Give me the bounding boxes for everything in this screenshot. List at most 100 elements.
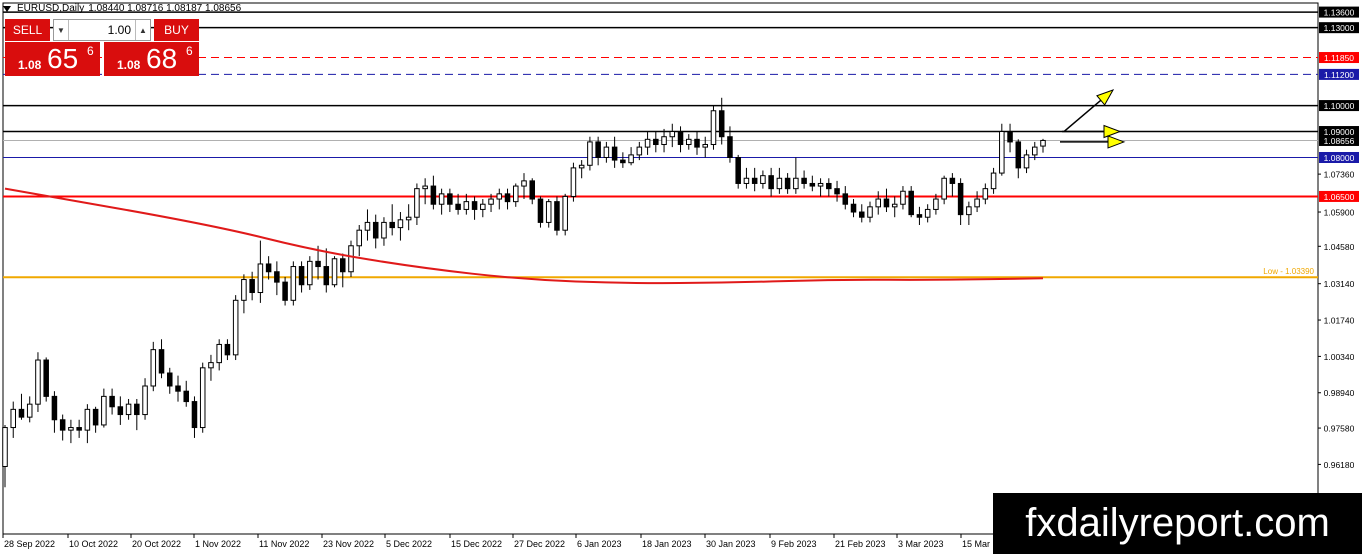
lot-size-value[interactable]: 1.00 [69, 23, 135, 37]
candle [826, 178, 832, 197]
sell-price-box[interactable]: 1.08 65 6 [5, 42, 100, 76]
candle-body [397, 219, 404, 229]
candle-body [957, 182, 964, 216]
y-tick-label: 1.03140 [1324, 279, 1355, 289]
price-label-text: 1.06500 [1324, 192, 1355, 202]
candle-body [628, 154, 634, 164]
candle [603, 141, 610, 163]
candle [471, 196, 478, 220]
candle-body [389, 221, 395, 229]
sell-button[interactable]: SELL [5, 19, 50, 41]
candle-body [216, 343, 222, 364]
candle [710, 105, 717, 150]
candle [134, 398, 140, 431]
plot-frame [2, 2, 1319, 535]
candle [158, 339, 165, 379]
candle [578, 160, 585, 179]
price-chart[interactable]: 1.136001.130001.118501.112001.100001.090… [0, 0, 1362, 554]
candle-body [644, 138, 651, 148]
candle-body [661, 136, 667, 146]
candle [389, 204, 395, 236]
candle-body [290, 266, 297, 301]
candle [430, 175, 437, 210]
candle-body [348, 245, 354, 273]
candle-body [331, 258, 338, 286]
candle-body [603, 146, 610, 158]
ohlc-label: 1.08440 1.08716 1.08187 1.08656 [88, 3, 242, 14]
candle-body [966, 206, 972, 216]
candle [43, 357, 49, 402]
candle [10, 401, 17, 438]
candle-body [677, 131, 684, 146]
candle-body [578, 164, 585, 169]
candle-body [521, 180, 527, 187]
candle [348, 240, 354, 277]
candle-body [685, 138, 692, 146]
price-label-1: 1.13000 [1319, 22, 1359, 34]
candle-body [611, 146, 618, 161]
sell-price-major: 1.08 [18, 58, 42, 72]
price-label-7: 1.08000 [1319, 151, 1359, 163]
x-tick-label: 18 Jan 2023 [642, 539, 692, 549]
candle [990, 167, 997, 194]
candle-body [307, 260, 313, 286]
buy-price-fraction: 6 [186, 44, 193, 58]
candle-body [274, 271, 280, 283]
candle-body [199, 367, 206, 429]
candle-body [512, 185, 519, 203]
candle [232, 295, 239, 361]
candle [1040, 138, 1046, 153]
candle-body [125, 403, 132, 416]
price-label-text: 1.10000 [1324, 101, 1355, 111]
lot-decrease-icon[interactable]: ▼ [54, 20, 69, 40]
candle-body [183, 390, 190, 403]
candle-body [933, 198, 939, 210]
candle-body [232, 299, 239, 356]
y-tick-label: 1.00340 [1324, 352, 1355, 362]
candle-body [941, 177, 947, 200]
lot-increase-icon[interactable]: ▲ [135, 20, 150, 40]
candle [241, 274, 247, 314]
dropdown-triangle-icon[interactable] [3, 5, 11, 12]
candle-body [208, 362, 214, 369]
x-tick-label: 23 Nov 2022 [323, 539, 374, 549]
low-label: Low - 1.03390 [1263, 267, 1314, 276]
candle-body [949, 177, 956, 184]
candle [224, 339, 231, 361]
price-label-text: 1.08000 [1324, 153, 1355, 163]
candle [653, 131, 659, 153]
x-tick-label: 3 Mar 2023 [898, 539, 944, 549]
candle [768, 167, 774, 197]
candle [595, 136, 601, 166]
candle [842, 186, 849, 210]
candle [356, 225, 363, 257]
candle [628, 147, 634, 166]
candle-body [504, 193, 511, 203]
candle [298, 261, 305, 293]
candle-body [372, 221, 379, 239]
buy-price-box[interactable]: 1.08 68 6 [104, 42, 199, 76]
price-label-text: 1.08656 [1324, 136, 1355, 146]
buy-price-pips: 68 [146, 43, 178, 74]
candle [51, 391, 58, 433]
price-label-text: 1.11850 [1324, 53, 1354, 63]
y-tick-label: 0.98940 [1324, 388, 1355, 398]
candle-body [282, 281, 288, 301]
lot-size-stepper[interactable]: ▼ 1.00 ▲ [53, 19, 151, 41]
candle-body [834, 188, 840, 195]
candle [364, 209, 371, 241]
candle [562, 193, 568, 236]
candle-body [867, 206, 873, 218]
candle [405, 204, 412, 231]
buy-button[interactable]: BUY [154, 19, 199, 41]
price-label-2: 1.11850 [1319, 52, 1359, 64]
candle [817, 178, 824, 197]
watermark-logo: fxdailyreport.com [993, 493, 1362, 554]
price-label-text: 1.11200 [1324, 70, 1354, 80]
candle-body [339, 258, 346, 273]
candle-body [26, 403, 33, 418]
candle-body [702, 144, 709, 148]
candle-body [1007, 131, 1013, 143]
candle [875, 191, 882, 215]
candle [504, 188, 511, 210]
